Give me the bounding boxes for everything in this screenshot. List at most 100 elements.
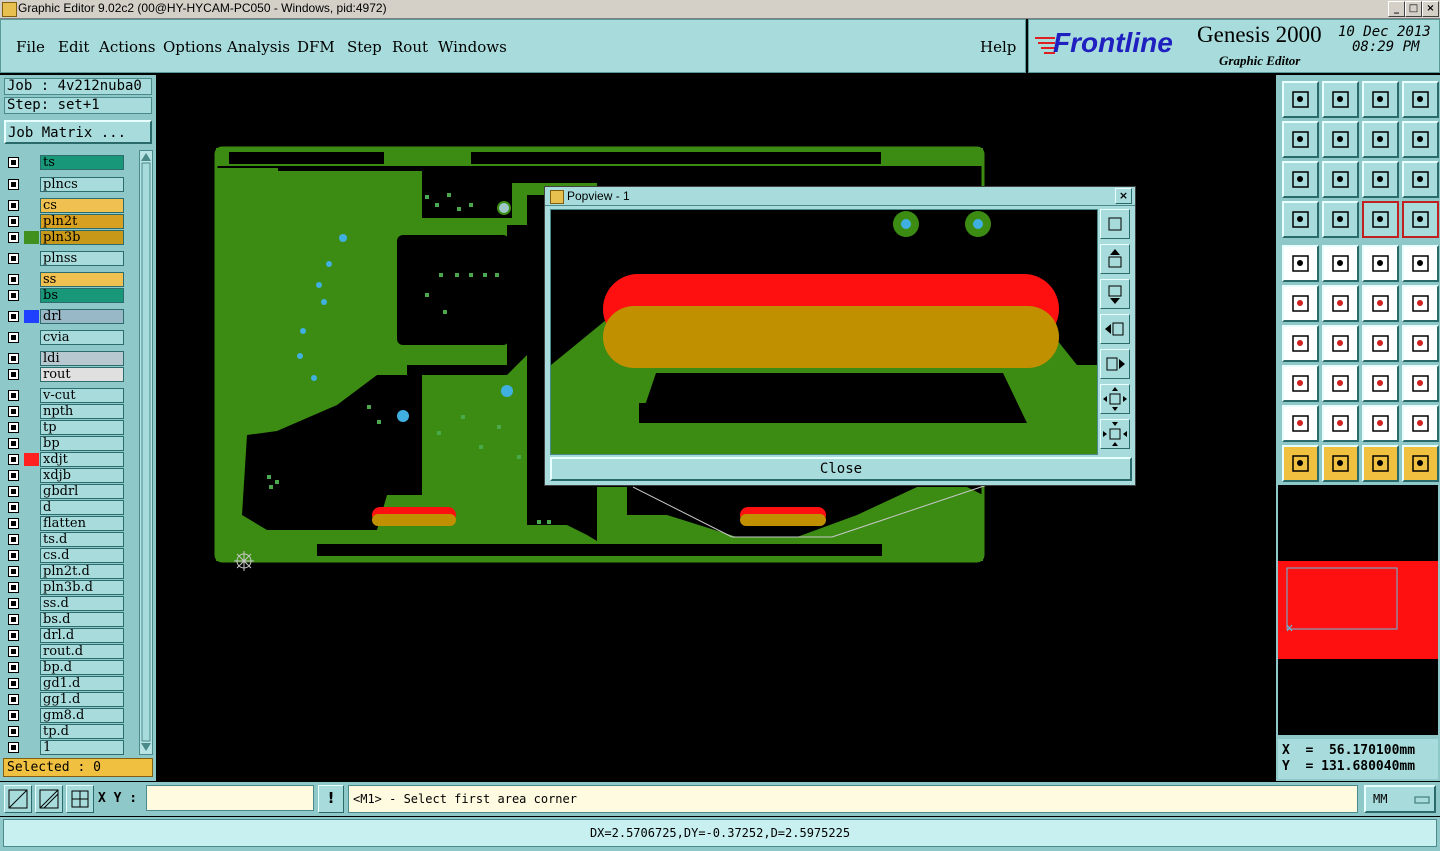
connect-icon[interactable]	[1282, 285, 1319, 322]
layer-color-swatch[interactable]	[24, 331, 39, 344]
menu-file[interactable]: File	[16, 38, 45, 56]
feature-filter-icon[interactable]	[1402, 201, 1439, 238]
dash-icon[interactable]	[1322, 365, 1359, 402]
layer-checkbox[interactable]	[8, 290, 19, 301]
layer-color-swatch[interactable]	[24, 352, 39, 365]
layer-checkbox[interactable]	[8, 454, 19, 465]
layer-checkbox[interactable]	[8, 253, 19, 264]
layer-color-swatch[interactable]	[24, 533, 39, 546]
menu-edit[interactable]: Edit	[58, 38, 89, 56]
layer-row[interactable]: pln3b.d	[6, 580, 124, 595]
layer-row[interactable]: ts.d	[6, 532, 124, 547]
layer-checkbox[interactable]	[8, 274, 19, 285]
layer-name[interactable]: ldi	[40, 351, 124, 366]
layer-name[interactable]: cs	[40, 198, 124, 213]
save-icon[interactable]	[1322, 81, 1359, 118]
layer-row[interactable]: pln2t.d	[6, 564, 124, 579]
zoom-left-icon[interactable]	[1282, 121, 1319, 158]
popview-pan-right-icon[interactable]	[1100, 349, 1130, 379]
layer-name[interactable]: tp	[40, 420, 124, 435]
layer-color-swatch[interactable]	[24, 629, 39, 642]
layer-checkbox[interactable]	[8, 662, 19, 673]
layer-row[interactable]: ldi	[6, 351, 124, 366]
layer-color-swatch[interactable]	[24, 289, 39, 302]
layer-name[interactable]: xdjt	[40, 452, 124, 467]
layer-name[interactable]: 1	[40, 740, 124, 755]
overview-map[interactable]	[1278, 485, 1438, 735]
layer-name[interactable]: bs	[40, 288, 124, 303]
layer-name[interactable]: tp.d	[40, 724, 124, 739]
popview-close-icon[interactable]: ×	[1115, 188, 1132, 204]
layer-row[interactable]: drl.d	[6, 628, 124, 643]
layer-color-swatch[interactable]	[24, 549, 39, 562]
line-red2-icon[interactable]	[1402, 285, 1439, 322]
menu-dfm[interactable]: DFM	[297, 38, 335, 56]
layer-row[interactable]: pln3b	[6, 230, 124, 245]
triangle3-icon[interactable]	[1362, 405, 1399, 442]
layer-checkbox[interactable]	[8, 502, 19, 513]
layer-name[interactable]: pln2t	[40, 214, 124, 229]
layer-color-swatch[interactable]	[24, 565, 39, 578]
popview-zoom-view[interactable]	[551, 210, 1097, 454]
layer-row[interactable]: pln2t	[6, 214, 124, 229]
layer-checkbox[interactable]	[8, 179, 19, 190]
layer-checkbox[interactable]	[8, 710, 19, 721]
layer-color-swatch[interactable]	[24, 405, 39, 418]
popview-close-button[interactable]: Close	[550, 457, 1132, 481]
triangle2-icon[interactable]	[1322, 405, 1359, 442]
layer-color-swatch[interactable]	[24, 215, 39, 228]
layer-color-swatch[interactable]	[24, 453, 39, 466]
layer-checkbox[interactable]	[8, 470, 19, 481]
split-icon[interactable]	[1402, 325, 1439, 362]
layer-color-swatch[interactable]	[24, 725, 39, 738]
layer-checkbox[interactable]	[8, 582, 19, 593]
layer-name[interactable]: plnss	[40, 251, 124, 266]
pointer-icon[interactable]	[1282, 445, 1319, 482]
zoom-right-icon[interactable]	[1322, 121, 1359, 158]
layer-name[interactable]: drl.d	[40, 628, 124, 643]
layer-name[interactable]: gm8.d	[40, 708, 124, 723]
layer-checkbox[interactable]	[8, 200, 19, 211]
layer-checkbox[interactable]	[8, 598, 19, 609]
layer-color-swatch[interactable]	[24, 645, 39, 658]
layer-color-swatch[interactable]	[24, 581, 39, 594]
popview-zoom-out-icon[interactable]	[1100, 419, 1130, 449]
layer-name[interactable]: ss	[40, 272, 124, 287]
layer-checkbox[interactable]	[8, 311, 19, 322]
layer-color-swatch[interactable]	[24, 310, 39, 323]
layer-checkbox[interactable]	[8, 726, 19, 737]
layer-checkbox[interactable]	[8, 614, 19, 625]
layer-row[interactable]: d	[6, 500, 124, 515]
layer-row[interactable]: bs	[6, 288, 124, 303]
layer-name[interactable]: rout	[40, 367, 124, 382]
layer-name[interactable]: npth	[40, 404, 124, 419]
fit-screen-icon[interactable]	[1282, 161, 1319, 198]
layer-checkbox[interactable]	[8, 369, 19, 380]
pointer-net-icon[interactable]	[1402, 445, 1439, 482]
layer-checkbox[interactable]	[8, 332, 19, 343]
layer-row[interactable]: gbdrl	[6, 484, 124, 499]
measure-mode-icon[interactable]	[35, 785, 63, 813]
net-icon[interactable]	[1322, 245, 1359, 282]
layer-name[interactable]: gg1.d	[40, 692, 124, 707]
layer-color-swatch[interactable]	[24, 437, 39, 450]
layer-color-swatch[interactable]	[24, 693, 39, 706]
layer-row[interactable]: gg1.d	[6, 692, 124, 707]
layer-color-swatch[interactable]	[24, 389, 39, 402]
arc-icon[interactable]	[1362, 325, 1399, 362]
layer-color-swatch[interactable]	[24, 178, 39, 191]
maximize-button[interactable]: □	[1405, 1, 1422, 17]
layer-row[interactable]: ts	[6, 155, 124, 170]
layer-checkbox[interactable]	[8, 678, 19, 689]
layer-row[interactable]: bs.d	[6, 612, 124, 627]
layer-checkbox[interactable]	[8, 422, 19, 433]
layer-checkbox[interactable]	[8, 406, 19, 417]
layer-checkbox[interactable]	[8, 630, 19, 641]
layer-color-swatch[interactable]	[24, 252, 39, 265]
layer-name[interactable]: ts	[40, 155, 124, 170]
layer-name[interactable]: bp	[40, 436, 124, 451]
layer-color-swatch[interactable]	[24, 517, 39, 530]
diagonal-icon[interactable]	[1322, 325, 1359, 362]
cross-icon[interactable]	[1322, 285, 1359, 322]
layer-name[interactable]: drl	[40, 309, 124, 324]
